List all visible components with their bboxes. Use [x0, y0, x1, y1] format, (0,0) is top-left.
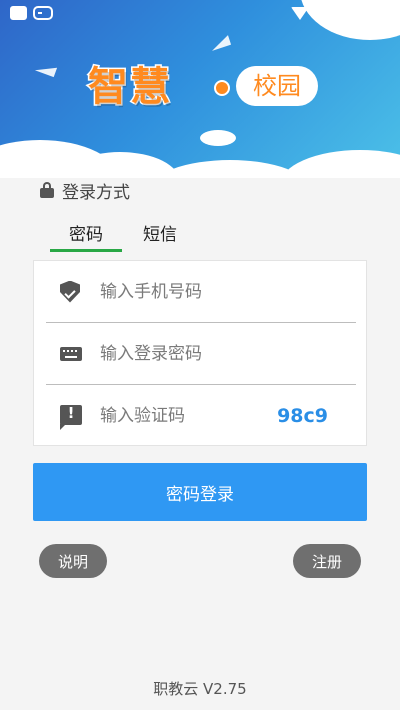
cloud-decoration [280, 150, 400, 178]
password-input[interactable] [100, 333, 270, 374]
login-form: 98c9 [33, 260, 367, 446]
tab-password[interactable]: 密码 [50, 220, 122, 252]
logo-sub-text: 校园 [236, 66, 318, 106]
app-version: 职教云 V2.75 [153, 680, 247, 698]
keyboard-icon [60, 343, 82, 365]
shield-icon [60, 280, 82, 303]
alert-message-icon [60, 404, 82, 430]
signal-icon [317, 6, 332, 20]
lock-icon [40, 182, 54, 198]
paper-plane-icon [208, 35, 232, 51]
notification-icon [10, 6, 27, 20]
logo-main-text: 智慧 [87, 63, 172, 112]
header-banner: 4:42 智慧 校园 [0, 0, 400, 178]
captcha-input[interactable] [100, 396, 270, 436]
battery-icon [339, 3, 349, 21]
captcha-row: 98c9 [46, 385, 356, 447]
app-logo: 智慧 校园 [87, 54, 328, 124]
register-button[interactable]: 注册 [293, 544, 361, 578]
phone-row [46, 261, 356, 323]
gamepad-icon [33, 6, 53, 20]
tab-sms[interactable]: 短信 [124, 220, 196, 252]
login-method-label: 登录方式 [62, 182, 130, 203]
password-login-button[interactable]: 密码登录 [33, 463, 367, 521]
password-row [46, 323, 356, 385]
wifi-icon [291, 6, 310, 20]
paper-plane-icon [34, 60, 58, 78]
login-method-heading: 登录方式 [40, 178, 130, 203]
cloud-decoration [200, 130, 236, 146]
status-bar: 4:42 [0, 0, 400, 28]
help-button[interactable]: 说明 [39, 544, 107, 578]
login-tabs: 密码 短信 [50, 220, 196, 252]
logo-dot [214, 80, 230, 96]
status-time: 4:42 [356, 4, 390, 22]
captcha-code[interactable]: 98c9 [277, 405, 328, 427]
phone-input[interactable] [100, 271, 270, 312]
